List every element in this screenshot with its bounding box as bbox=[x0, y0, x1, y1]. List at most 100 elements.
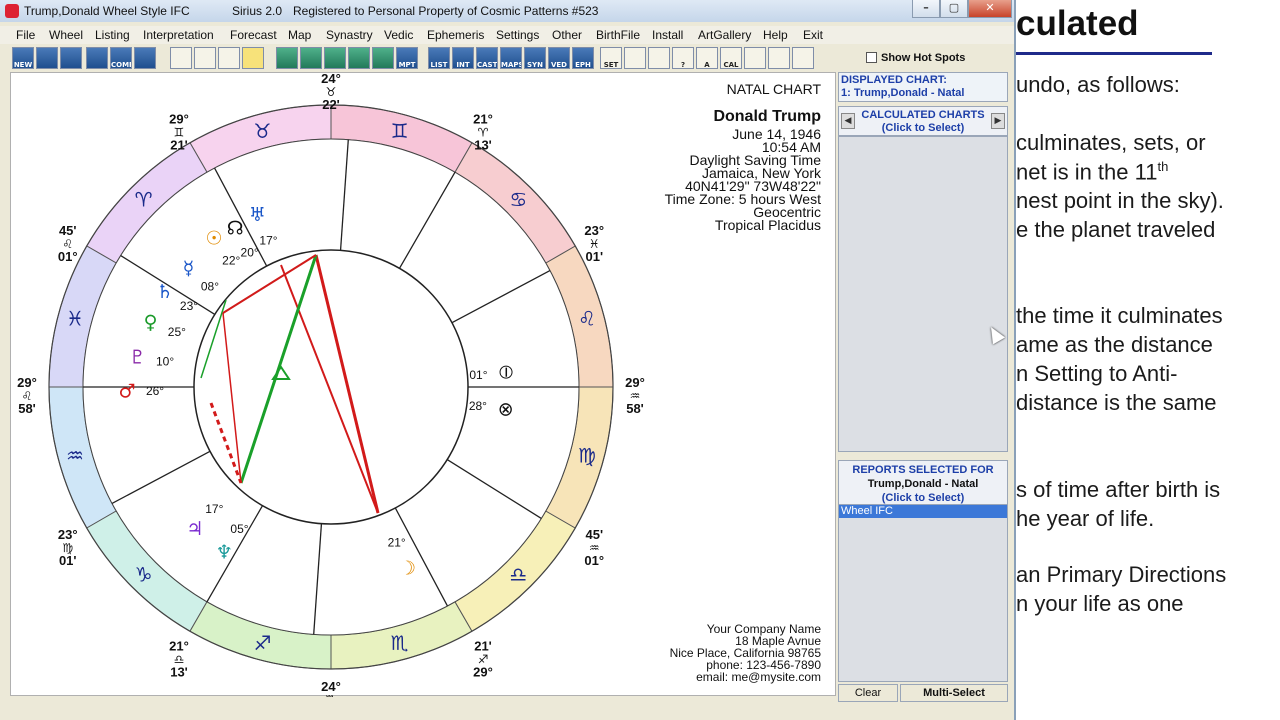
cusp-degree-label: 21° bbox=[473, 112, 493, 127]
cast-icon[interactable]: CAST bbox=[476, 47, 498, 69]
house-system: Tropical Placidus bbox=[714, 217, 821, 233]
cusp-sign-icon: ♌ bbox=[62, 237, 73, 251]
cusp-degree-label: 23° bbox=[58, 527, 78, 542]
menu-forecast[interactable]: Forecast bbox=[230, 28, 277, 42]
clock-icon[interactable] bbox=[624, 47, 646, 69]
menu-interpretation[interactable]: Interpretation bbox=[143, 28, 214, 42]
int-icon[interactable]: INT bbox=[452, 47, 474, 69]
chart-panel[interactable]: ♊ ♉ ♈ ♓ ♒ ♑ ♐ ♏ ♎ ♍ ♌ ♋ 24° 22' ♉ 21° 13' ♈ 23° 01' ♓ 29° 58' ♒… bbox=[10, 72, 836, 697]
ved-icon[interactable]: VED bbox=[548, 47, 570, 69]
wheel-3-icon[interactable] bbox=[300, 47, 322, 69]
zodiac-sign-icon: ♊ bbox=[391, 119, 409, 143]
wheel-4-icon[interactable] bbox=[324, 47, 346, 69]
new-icon[interactable]: NEW bbox=[12, 47, 34, 69]
slide-line-text: net is in the 11 bbox=[1016, 159, 1158, 185]
reports-selected-header[interactable]: REPORTS SELECTED FOR Trump,Donald - Nata… bbox=[838, 460, 1008, 506]
menu-map[interactable]: Map bbox=[288, 28, 311, 42]
planet-degree-label: 21° bbox=[388, 536, 406, 550]
side-panel: DISPLAYED CHART: 1: Trump,Donald - Natal… bbox=[838, 72, 1010, 704]
planet-degree-label: 08° bbox=[201, 279, 219, 293]
eph-icon[interactable]: EPH bbox=[572, 47, 594, 69]
cal-icon[interactable]: CAL bbox=[720, 47, 742, 69]
menu-vedic[interactable]: Vedic bbox=[384, 28, 413, 42]
help-icon[interactable]: ? bbox=[672, 47, 694, 69]
save-icon[interactable] bbox=[194, 47, 216, 69]
transit-icon[interactable] bbox=[86, 47, 108, 69]
syn-icon[interactable]: SYN bbox=[524, 47, 546, 69]
title-bar[interactable]: Trump,Donald Wheel Style IFC Sirius 2.0 … bbox=[0, 0, 1014, 22]
app-icon bbox=[5, 4, 19, 18]
menu-exit[interactable]: Exit bbox=[803, 28, 823, 42]
menu-listing[interactable]: Listing bbox=[95, 28, 130, 42]
wheel-2-icon[interactable] bbox=[276, 47, 298, 69]
cusp-sign-icon: ♉ bbox=[326, 85, 337, 99]
menu-settings[interactable]: Settings bbox=[496, 28, 539, 42]
set-icon[interactable]: SET bbox=[600, 47, 622, 69]
mpt-icon[interactable]: MPT bbox=[396, 47, 418, 69]
menu-bar: File Wheel Listing Interpretation Foreca… bbox=[0, 26, 1014, 44]
slide-title: culated bbox=[1016, 4, 1139, 43]
maximize-button[interactable]: ▢ bbox=[940, 0, 968, 18]
cusp-sign-icon: ♌ bbox=[22, 389, 33, 403]
show-hot-spots-checkbox[interactable]: Show Hot Spots bbox=[866, 52, 965, 64]
menu-other[interactable]: Other bbox=[552, 28, 582, 42]
calendar-icon[interactable] bbox=[648, 47, 670, 69]
zodiac-sign-icon: ♍ bbox=[578, 444, 596, 468]
zodiac-sign-icon: ♏ bbox=[391, 631, 409, 655]
zoom-in-icon[interactable] bbox=[768, 47, 790, 69]
close-button[interactable]: ✕ bbox=[968, 0, 1012, 18]
wheel-5-icon[interactable] bbox=[348, 47, 370, 69]
edit-icon[interactable] bbox=[242, 47, 264, 69]
cusp-minute-label: 21' bbox=[170, 138, 188, 153]
menu-file[interactable]: File bbox=[16, 28, 35, 42]
zodiac-sign-icon: ♌ bbox=[578, 306, 596, 330]
calc-prev-arrow-icon[interactable]: ◀ bbox=[841, 113, 855, 129]
chart-6-icon[interactable] bbox=[372, 47, 394, 69]
slide-title-underline bbox=[1016, 52, 1212, 55]
reports-list[interactable]: Wheel IFC bbox=[838, 504, 1008, 682]
list-icon[interactable]: LIST bbox=[428, 47, 450, 69]
return-icon[interactable] bbox=[60, 47, 82, 69]
minimize-button[interactable]: – bbox=[912, 0, 940, 18]
chart-person-name: Donald Trump bbox=[713, 108, 821, 125]
menu-ephemeris[interactable]: Ephemeris bbox=[427, 28, 484, 42]
menu-synastry[interactable]: Synastry bbox=[326, 28, 373, 42]
menu-help[interactable]: Help bbox=[763, 28, 788, 42]
menu-wheel[interactable]: Wheel bbox=[49, 28, 83, 42]
slide-line: n your life as one bbox=[1016, 591, 1184, 616]
comp-icon[interactable]: COMP bbox=[110, 47, 132, 69]
report-item-wheel-ifc[interactable]: Wheel IFC bbox=[839, 505, 1007, 518]
menu-install[interactable]: Install bbox=[652, 28, 683, 42]
checkbox-box[interactable] bbox=[866, 52, 877, 63]
planet-degree-label: 22° bbox=[222, 253, 240, 267]
window-title: Trump,Donald Wheel Style IFC bbox=[24, 4, 190, 18]
font-icon[interactable]: A bbox=[696, 47, 718, 69]
wheel-icon[interactable] bbox=[36, 47, 58, 69]
planet-degree-label: 17° bbox=[205, 502, 223, 516]
planet-glyph-icon: ☿ bbox=[183, 257, 195, 279]
maps-icon[interactable]: MAPS bbox=[500, 47, 522, 69]
cusp-minute-label: 13' bbox=[474, 138, 492, 153]
planet-glyph-icon: ☉ bbox=[206, 227, 223, 249]
chart-info: NATAL CHART Donald Trump June 14, 1946 1… bbox=[665, 82, 821, 233]
clear-button[interactable]: Clear bbox=[838, 684, 898, 702]
calc-next-arrow-icon[interactable]: ▶ bbox=[991, 113, 1005, 129]
menu-artgallery[interactable]: ArtGallery bbox=[698, 28, 751, 42]
planet-degree-label: 10° bbox=[156, 355, 174, 369]
grid-icon[interactable] bbox=[744, 47, 766, 69]
menu-birthfile[interactable]: BirthFile bbox=[596, 28, 640, 42]
cusp-minute-label: 01' bbox=[585, 249, 603, 264]
planet-degree-label: 05° bbox=[230, 522, 248, 536]
zoom-out-icon[interactable] bbox=[792, 47, 814, 69]
multi-select-button[interactable]: Multi-Select bbox=[900, 684, 1008, 702]
cusp-minute-label: 01° bbox=[584, 553, 604, 568]
calculated-charts-header[interactable]: ◀ CALCULATED CHARTS (Click to Select) ▶ bbox=[838, 106, 1008, 136]
zodiac-sign-icon: ♈ bbox=[135, 188, 153, 212]
numbers-icon[interactable] bbox=[134, 47, 156, 69]
slide-line: undo, as follows: bbox=[1016, 72, 1180, 97]
calculated-charts-list[interactable] bbox=[838, 136, 1008, 452]
print-icon[interactable] bbox=[218, 47, 240, 69]
zodiac-sign-icon: ♋ bbox=[509, 188, 527, 212]
cusp-degree-label: 21° bbox=[169, 638, 189, 653]
page-icon[interactable] bbox=[170, 47, 192, 69]
